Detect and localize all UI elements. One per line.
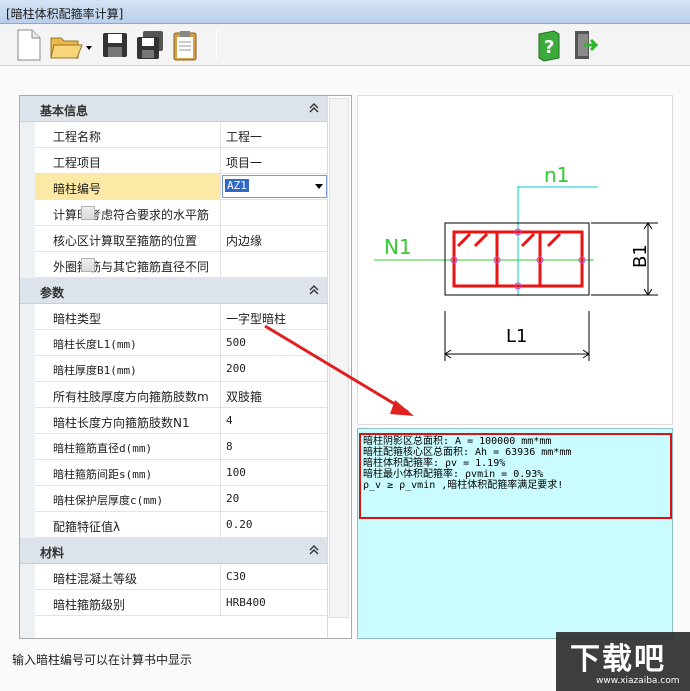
result-line-conclusion: ρ_v ≥ ρ_vmin ,暗柱体积配箍率满足要求! bbox=[363, 480, 564, 491]
label-N1: N1 bbox=[384, 235, 412, 259]
prop-row-project-name[interactable]: 工程名称 工程一 bbox=[35, 122, 327, 148]
category-material[interactable]: 材料 bbox=[20, 538, 327, 564]
window-title: [暗柱体积配箍率计算] bbox=[6, 7, 124, 21]
outer-stirrup-checkbox[interactable] bbox=[81, 258, 95, 272]
save-as-icon[interactable] bbox=[134, 28, 166, 62]
category-label: 基本信息 bbox=[40, 104, 89, 118]
prop-value[interactable]: 500 bbox=[222, 330, 327, 356]
watermark-logo: 下载吧 www.xiazaiba.com bbox=[556, 632, 690, 691]
watermark-text: 下载吧 bbox=[570, 642, 666, 677]
result-line-core-area: 暗柱配箍核心区总面积: Ah = 63936 mm*mm bbox=[363, 447, 572, 458]
prop-row-concrete-grade[interactable]: 暗柱混凝土等级 C30 bbox=[35, 564, 327, 590]
category-basic-info[interactable]: 基本信息 bbox=[20, 96, 327, 122]
prop-value[interactable]: 100 bbox=[222, 460, 327, 486]
save-icon[interactable] bbox=[100, 28, 132, 62]
svg-text:?: ? bbox=[544, 37, 554, 58]
column-id-dropdown[interactable]: AZ1 bbox=[222, 175, 327, 198]
prop-row-column-type[interactable]: 暗柱类型 一字型暗柱 bbox=[35, 304, 327, 330]
result-line-min-ratio: 暗柱最小体积配箍率: ρvmin = 0.93% bbox=[363, 469, 544, 480]
horizontal-rebar-checkbox[interactable] bbox=[81, 206, 95, 220]
watermark-url: www.xiazaiba.com bbox=[596, 676, 680, 686]
clipboard-icon[interactable] bbox=[170, 28, 202, 62]
collapse-icon[interactable] bbox=[307, 282, 321, 298]
new-file-icon[interactable] bbox=[14, 28, 46, 62]
result-highlight-box: 暗柱阴影区总面积: A = 100000 mm*mm 暗柱配箍核心区总面积: A… bbox=[359, 433, 672, 519]
prop-row-horizontal-rebar[interactable]: 计算时考虑符合要求的水平筋 bbox=[35, 200, 327, 226]
exit-icon[interactable] bbox=[570, 28, 602, 62]
column-id-value[interactable]: AZ1 bbox=[225, 179, 249, 192]
property-grid[interactable]: 基本信息 工程名称 工程一 工程项目 项目一 暗柱编号 AZ1 计算时考虑符合要… bbox=[19, 95, 352, 639]
label-n1: n1 bbox=[544, 163, 569, 187]
prop-value[interactable]: 工程一 bbox=[222, 122, 327, 148]
prop-value[interactable]: 一字型暗柱 bbox=[222, 304, 327, 330]
prop-row-cover-thickness[interactable]: 暗柱保护层厚度c(mm) 20 bbox=[35, 486, 327, 512]
chevron-down-icon[interactable] bbox=[315, 184, 323, 189]
prop-value[interactable]: HRB400 bbox=[222, 590, 327, 616]
prop-value[interactable]: C30 bbox=[222, 564, 327, 590]
section-diagram: n1 N1 B1 L1 bbox=[357, 95, 673, 425]
help-icon[interactable]: ? bbox=[534, 28, 566, 62]
collapse-icon[interactable] bbox=[307, 542, 321, 558]
prop-value[interactable]: 双肢箍 bbox=[222, 382, 327, 408]
vertical-scrollbar[interactable] bbox=[327, 96, 351, 638]
label-L1: L1 bbox=[506, 326, 527, 347]
open-folder-icon[interactable] bbox=[48, 28, 96, 62]
prop-row-column-id[interactable]: 暗柱编号 AZ1 bbox=[35, 174, 327, 200]
prop-value[interactable]: 20 bbox=[222, 486, 327, 512]
prop-value[interactable]: 4 bbox=[222, 408, 327, 434]
toolbar-separator bbox=[216, 29, 217, 59]
toolbar: ? bbox=[0, 25, 690, 65]
prop-row-length-l1[interactable]: 暗柱长度L1(mm) 500 bbox=[35, 330, 327, 356]
category-label: 参数 bbox=[40, 286, 65, 300]
prop-value[interactable]: 内边缘 bbox=[222, 226, 327, 252]
prop-row-stirrup-legs-n1[interactable]: 暗柱长度方向箍筋肢数N1 4 bbox=[35, 408, 327, 434]
prop-row-stirrup-characteristic[interactable]: 配箍特征值λ 0.20 bbox=[35, 512, 327, 538]
prop-row-stirrup-grade[interactable]: 暗柱箍筋级别 HRB400 bbox=[35, 590, 327, 616]
prop-value[interactable]: 200 bbox=[222, 356, 327, 382]
prop-row-stirrup-spacing[interactable]: 暗柱箍筋间距s(mm) 100 bbox=[35, 460, 327, 486]
prop-row-outer-stirrup-diameter[interactable]: 外圈箍筋与其它箍筋直径不同 bbox=[35, 252, 327, 278]
hook-left bbox=[456, 232, 489, 248]
prop-row-core-area-position[interactable]: 核心区计算取至箍筋的位置 内边缘 bbox=[35, 226, 327, 252]
result-line-ratio: 暗柱体积配箍率: ρv = 1.19% bbox=[363, 458, 506, 469]
title-bar: [暗柱体积配箍率计算] bbox=[0, 0, 690, 24]
collapse-icon[interactable] bbox=[307, 100, 321, 116]
prop-value[interactable]: 8 bbox=[222, 434, 327, 460]
status-hint: 输入暗柱编号可以在计算书中显示 bbox=[12, 653, 193, 667]
prop-value[interactable]: 0.20 bbox=[222, 512, 327, 538]
prop-row-stirrup-diameter[interactable]: 暗柱箍筋直径d(mm) 8 bbox=[35, 434, 327, 460]
label-B1: B1 bbox=[630, 244, 651, 268]
result-line-area: 暗柱阴影区总面积: A = 100000 mm*mm bbox=[363, 436, 552, 447]
prop-row-stirrup-legs-m[interactable]: 所有柱肢厚度方向箍筋肢数m 双肢箍 bbox=[35, 382, 327, 408]
prop-value[interactable]: 项目一 bbox=[222, 148, 327, 174]
category-parameters[interactable]: 参数 bbox=[20, 278, 327, 304]
category-label: 材料 bbox=[40, 546, 65, 560]
scrollbar-thumb[interactable] bbox=[329, 98, 349, 618]
prop-row-thickness-b1[interactable]: 暗柱厚度B1(mm) 200 bbox=[35, 356, 327, 382]
prop-row-project-item[interactable]: 工程项目 项目一 bbox=[35, 148, 327, 174]
result-panel: 暗柱阴影区总面积: A = 100000 mm*mm 暗柱配箍核心区总面积: A… bbox=[357, 428, 673, 639]
concrete-outline bbox=[444, 222, 590, 296]
